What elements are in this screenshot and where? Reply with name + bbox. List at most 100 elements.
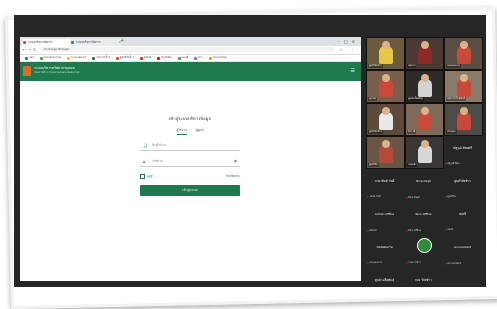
reload-icon[interactable]: ↻	[33, 47, 36, 52]
participant-tile[interactable]: สมศรีสมศรี	[444, 202, 481, 233]
tab-admin[interactable]: ผู้ดูแล	[196, 128, 203, 134]
bookmark-item[interactable]: YouTube	[157, 55, 172, 61]
participant-head	[421, 140, 429, 148]
browser-window: ระบบบริหารจัดการ ✕ ระบบบริหารจัดการ ✕ + …	[20, 37, 361, 281]
url-input[interactable]: hr.rsd.go.th/login	[40, 47, 334, 52]
tab-title: ระบบบริหารจัดการ	[28, 40, 53, 44]
logo-tile[interactable]: กรมการข้าว	[405, 235, 442, 266]
participant-name: Accountant	[453, 245, 472, 249]
remember-checkbox[interactable]	[140, 174, 145, 179]
participant-head	[460, 107, 468, 115]
participant-tile[interactable]: Ricx Office Ricx Office	[405, 202, 442, 233]
tab-title: ระบบบริหารจัดการ	[76, 40, 101, 44]
video-tile[interactable]: ศูนย์วิจัย	[366, 136, 405, 169]
video-tile[interactable]: กองคลัง	[405, 136, 444, 169]
back-icon[interactable]: ←	[23, 47, 26, 52]
remember-label: จดจำ	[147, 174, 154, 179]
forward-icon[interactable]: →	[28, 47, 31, 52]
participant-status: Rice Dept	[406, 196, 420, 199]
menu-icon[interactable]: ☰	[351, 68, 355, 74]
browser-tab-1[interactable]: ระบบบริหารจัดการ ✕	[22, 39, 74, 46]
bookmark-item[interactable]: แอป	[25, 55, 34, 61]
participant-tile[interactable]: Admin Office Admin	[366, 202, 403, 233]
participant-status: สมศรี	[445, 228, 453, 232]
video-tile[interactable]: กองแผนงาน	[444, 37, 483, 70]
participant-status: ณัฐวุฒิ ทิพย	[445, 162, 459, 166]
forgot-password-link[interactable]: ลืมรหัสผ่าน	[226, 174, 240, 179]
video-tile-name: กองคลัง	[407, 163, 418, 167]
participant-name: Ricx Office	[415, 212, 432, 216]
participant-name: นายวสันต์ วันดี	[374, 179, 395, 183]
video-tile[interactable]: กองการเจ้าหน้าที่	[444, 70, 483, 103]
video-tile[interactable]: ศูนย์วิจัยข้าว	[366, 103, 405, 136]
bookmark-item[interactable]: ระบบประชุม	[208, 55, 227, 61]
participant-status: วสันต์ วันดี	[367, 195, 380, 199]
password-field[interactable]: 🔒︎ รหัสผ่าน ◉	[140, 157, 240, 167]
favicon-icon	[71, 41, 74, 44]
participant-name: สมศรี	[458, 212, 467, 216]
participant-name: กอง วิจัยข้าว	[415, 278, 432, 282]
participant-head	[421, 107, 429, 115]
participant-tile[interactable]: ณัฐวุฒิ ทิพยศรีณัฐวุฒิ ทิพย	[444, 136, 481, 167]
participant-head	[460, 41, 468, 49]
participant-name: Admin Office	[374, 212, 395, 216]
participant-tile[interactable]: ศูนย์วิจัยข้าวศูนย์วิจัย	[444, 169, 481, 200]
participant-head	[382, 140, 390, 148]
bookmark-item[interactable]: แผนที่	[177, 55, 188, 61]
user-icon: 👤︎	[143, 143, 149, 148]
bookmark-item[interactable]: ข่าว	[194, 55, 203, 61]
tab-user[interactable]: ผู้ใช้งาน	[176, 128, 187, 135]
participant-status: กองแผนงาน	[367, 261, 382, 265]
browser-menu-icon[interactable]: ☆ ⋮	[339, 47, 357, 52]
favicon-icon	[23, 41, 26, 44]
participant-head	[421, 74, 429, 82]
video-tile[interactable]: ประยุทธ	[444, 103, 483, 136]
participant-tile[interactable]: Accountant Accountant	[444, 235, 481, 266]
username-value: ชื่อผู้ใช้งาน	[152, 143, 167, 147]
browser-tab-2[interactable]: ระบบบริหารจัดการ ✕	[70, 39, 122, 46]
show-password-icon[interactable]: ◉	[234, 157, 237, 166]
bookmark-item[interactable]: ระบบสารบรรณ	[39, 55, 61, 61]
site-subtitle: กรมการข้าว กระทรวงเกษตรและสหกรณ์	[34, 71, 80, 74]
bookmark-item[interactable]: กรมการข้าว	[92, 55, 110, 61]
participant-tile[interactable]: กองแผนงานกองแผนงาน	[366, 235, 403, 266]
participant-tile[interactable]: นายวสันต์ วันดีวสันต์ วันดี	[366, 169, 403, 200]
bookmark-item[interactable]: Gmail	[139, 55, 151, 61]
video-tile-name: ประยุทธ	[446, 130, 457, 134]
video-tile-name: ศูนย์เมล็ดพันธุ์	[407, 97, 424, 101]
username-field[interactable]: 👤︎ ชื่อผู้ใช้งาน	[140, 141, 240, 151]
video-tile[interactable]: ศูนย์เมล็ดพันธุ์	[405, 70, 444, 103]
login-tabs: ผู้ใช้งาน ผู้ดูแล	[140, 128, 240, 135]
site-header: ระบบบริหารทรัพยากรบุคคล กรมการข้าว กระทร…	[20, 62, 361, 81]
participant-status: Accountant	[445, 262, 461, 265]
participant-head	[382, 74, 390, 82]
bookmark-item[interactable]: ระบบบุคลากร	[66, 55, 86, 61]
bookmark-item[interactable]: ศูนย์วิจัยข้าว	[115, 55, 134, 61]
video-tile-name: สมชาย	[407, 64, 417, 68]
video-tile-name: วิภาวดี	[407, 130, 417, 134]
participant-name: ศูนย์วิจัยข้าว	[454, 179, 471, 183]
participant-head	[382, 41, 390, 49]
participant-tile[interactable]: Rice Dept Rice Dept	[405, 169, 442, 200]
new-tab-icon[interactable]: +	[120, 37, 124, 46]
participant-name: ณัฐวุฒิ ทิพยศรี	[452, 146, 472, 150]
window-controls-icon[interactable]: –□✕	[338, 37, 359, 46]
site-logo	[23, 66, 31, 76]
video-tile-name: ศูนย์วิจัย	[368, 163, 379, 167]
meeting-gallery: ศูนย์วิจัยข้าว สมชาย กองแผนงาน สุภาพร ศูนย์เ…	[366, 37, 484, 287]
video-tile[interactable]: วิภาวดี	[405, 103, 444, 136]
remember-row: จดจำ ลืมรหัสผ่าน	[140, 174, 240, 179]
video-tile-name: ศูนย์วิจัยข้าว	[368, 64, 384, 68]
video-tile[interactable]: สุภาพร	[366, 70, 405, 103]
participant-status: Admin	[367, 229, 377, 232]
login-button[interactable]: เข้าสู่ระบบ	[140, 185, 240, 196]
participant-tile[interactable]: ศูนย์ เมล็ดพันธุ์ศูนย์ เมล็ด	[366, 268, 403, 287]
participant-head	[460, 74, 468, 82]
video-tile-name: กองการเจ้าหน้าที่	[446, 97, 466, 101]
video-tile[interactable]: สมชาย	[405, 37, 444, 70]
rice-department-emblem-icon	[417, 238, 432, 253]
video-tile[interactable]: ศูนย์วิจัยข้าว	[366, 37, 405, 70]
lock-icon: 🔒︎	[143, 159, 146, 164]
logo-tile-label: กรมการข้าว	[406, 261, 421, 265]
participant-tile[interactable]: กอง วิจัยข้าวกอง วิจัย	[405, 268, 442, 287]
